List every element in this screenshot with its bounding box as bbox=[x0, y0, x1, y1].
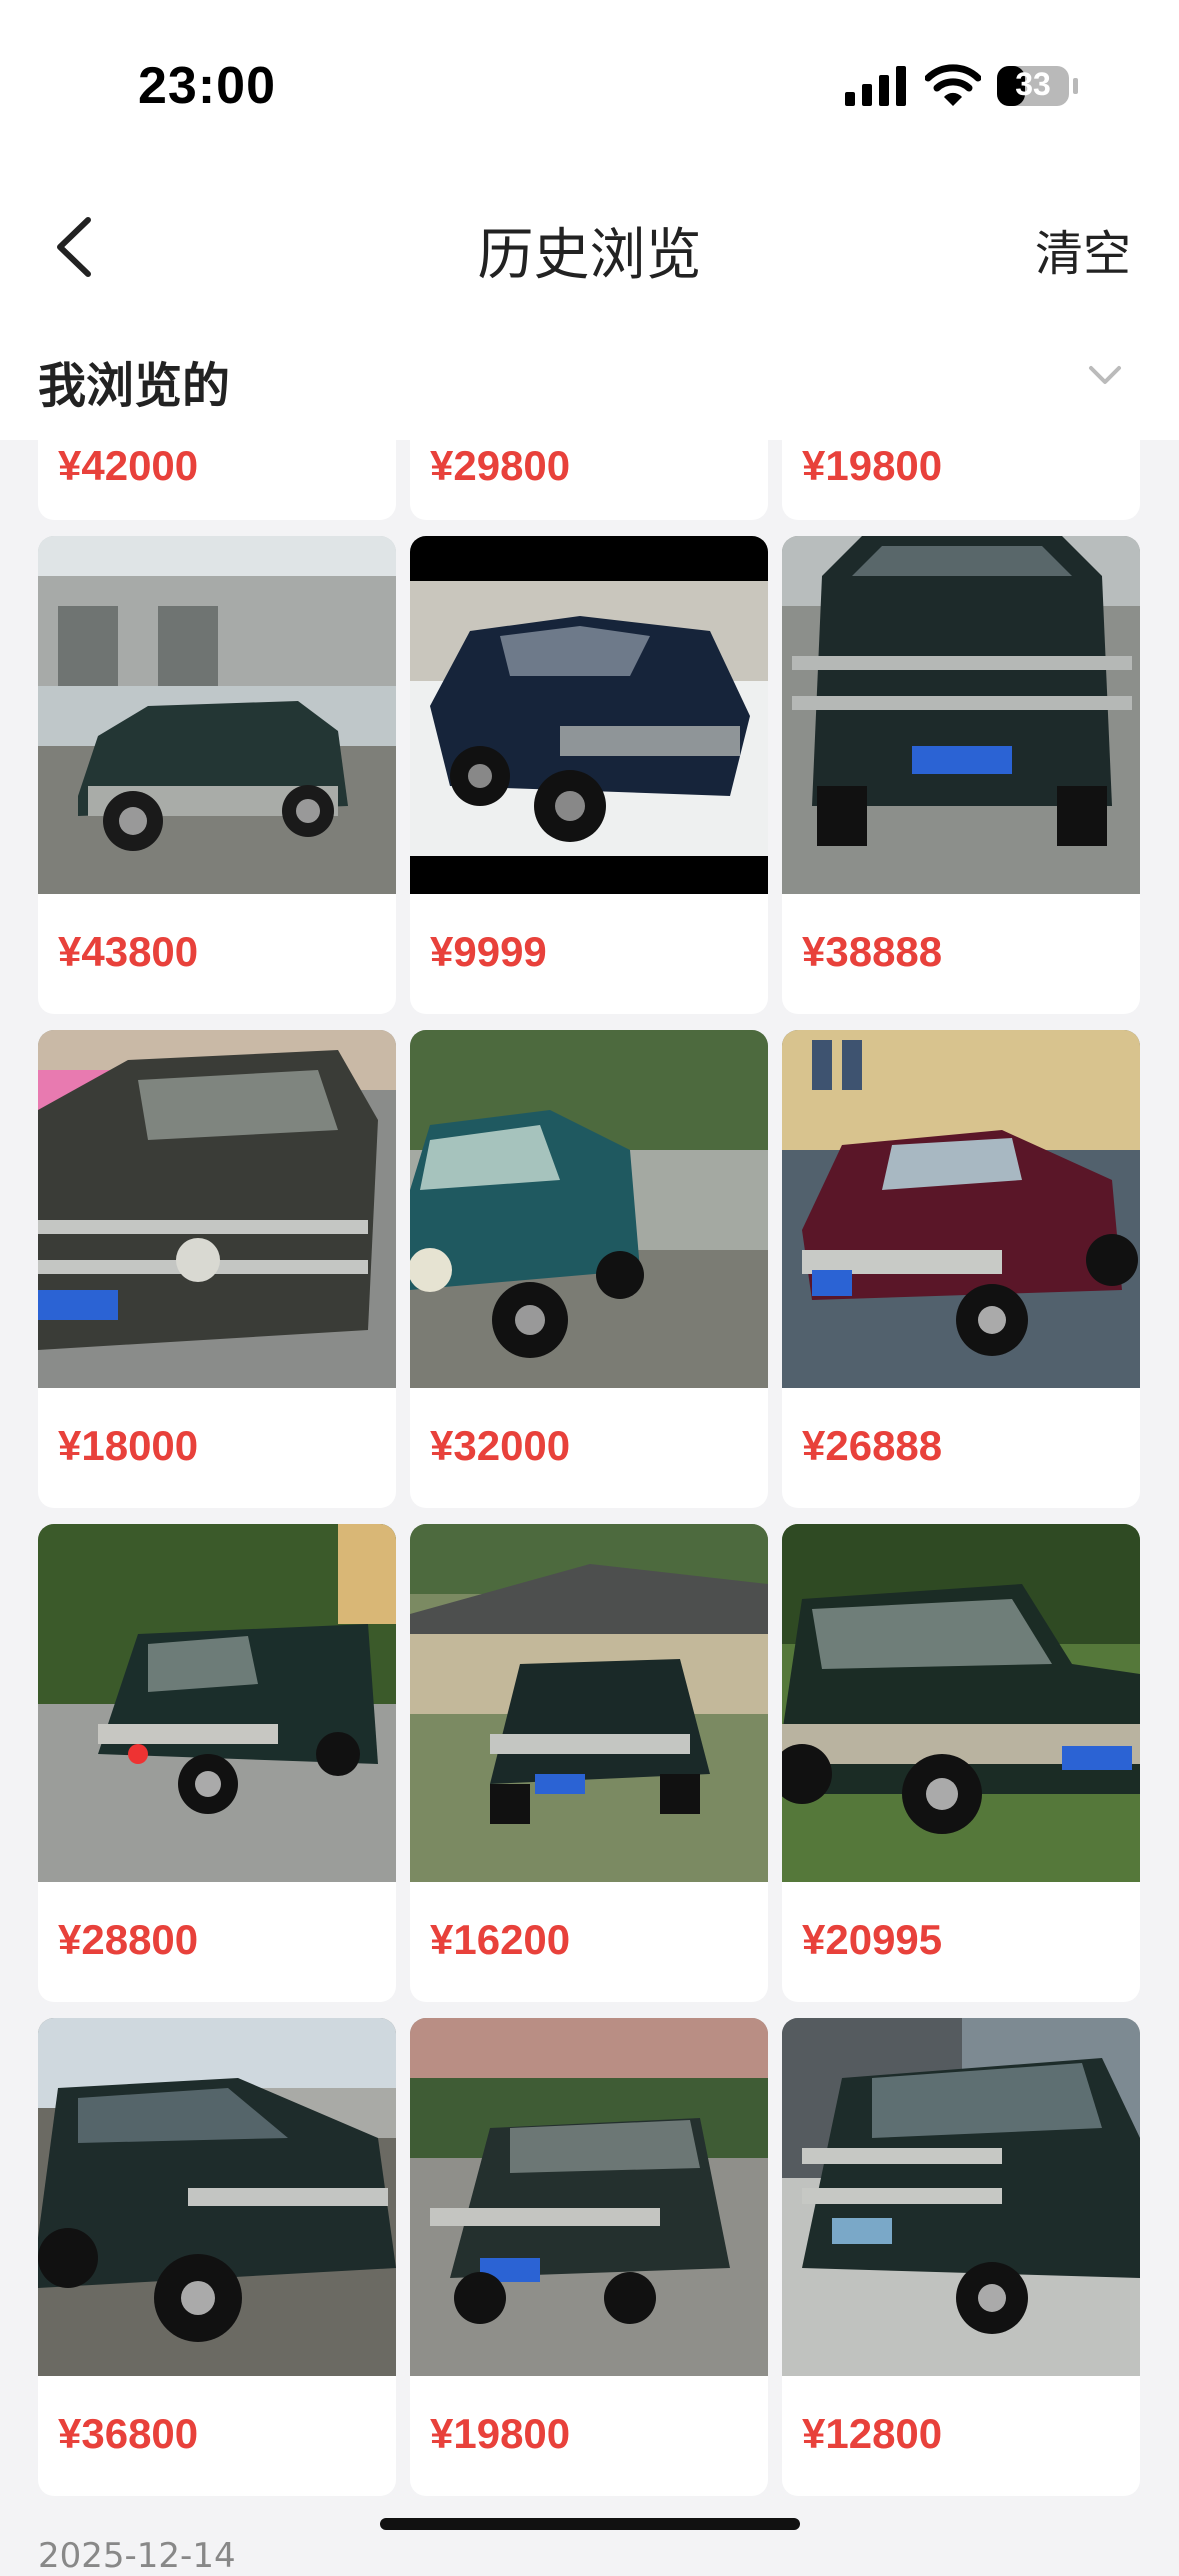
car-photo bbox=[38, 1524, 396, 1882]
date-group-label: 2025-12-14 bbox=[38, 2536, 236, 2576]
car-photo bbox=[782, 1524, 1140, 1882]
listing-price: ¥19800 bbox=[430, 2410, 571, 2457]
listing-card-partial[interactable]: ¥42000 bbox=[38, 440, 396, 520]
listing-price: ¥42000 bbox=[58, 442, 199, 489]
listing-card[interactable]: ¥19800 bbox=[410, 2018, 768, 2496]
car-photo bbox=[782, 1030, 1140, 1388]
section-header: 我浏览的 bbox=[0, 320, 1179, 440]
page-title: 历史浏览 bbox=[477, 223, 702, 288]
cellular-signal-icon bbox=[845, 66, 906, 106]
battery-level: 33 bbox=[1015, 66, 1051, 102]
car-photo bbox=[782, 536, 1140, 894]
listing-card[interactable]: ¥18000 bbox=[38, 1030, 396, 1508]
listing-price: ¥26888 bbox=[802, 1422, 943, 1469]
listing-price: ¥32000 bbox=[430, 1422, 571, 1469]
listing-card[interactable]: ¥28800 bbox=[38, 1524, 396, 2002]
history-grid: ¥42000 ¥29800 ¥19800 ¥43800 ¥9999 ¥38888… bbox=[0, 440, 1179, 2556]
listing-card[interactable]: ¥9999 bbox=[410, 536, 768, 1014]
listing-card[interactable]: ¥12800 bbox=[782, 2018, 1140, 2496]
listing-card[interactable]: ¥26888 bbox=[782, 1030, 1140, 1508]
chevron-down-icon[interactable] bbox=[1085, 360, 1125, 390]
home-indicator[interactable] bbox=[380, 2518, 800, 2530]
listing-price: ¥43800 bbox=[58, 928, 199, 975]
car-photo bbox=[38, 536, 396, 894]
car-photo bbox=[410, 2018, 768, 2376]
status-bar: 23:00 33 bbox=[0, 0, 1179, 170]
listing-price: ¥20995 bbox=[802, 1916, 943, 1963]
listing-card[interactable]: ¥36800 bbox=[38, 2018, 396, 2496]
listing-price: ¥36800 bbox=[58, 2410, 199, 2457]
nav-bar: 历史浏览 清空 bbox=[0, 170, 1179, 320]
car-photo bbox=[782, 2018, 1140, 2376]
listing-price: ¥28800 bbox=[58, 1916, 199, 1963]
wifi-icon bbox=[925, 64, 981, 106]
listing-card[interactable]: ¥16200 bbox=[410, 1524, 768, 2002]
listing-price: ¥9999 bbox=[430, 928, 547, 975]
car-photo bbox=[38, 1030, 396, 1388]
section-title: 我浏览的 bbox=[38, 358, 231, 414]
clear-button[interactable]: 清空 bbox=[1035, 214, 1131, 284]
listing-price: ¥38888 bbox=[802, 928, 943, 975]
car-photo bbox=[410, 1524, 768, 1882]
status-time: 23:00 bbox=[138, 57, 276, 115]
listing-price: ¥18000 bbox=[58, 1422, 199, 1469]
listing-price: ¥19800 bbox=[802, 442, 943, 489]
listing-card[interactable]: ¥43800 bbox=[38, 536, 396, 1014]
car-photo bbox=[410, 536, 768, 894]
listing-card-partial[interactable]: ¥19800 bbox=[782, 440, 1140, 520]
listing-card-partial[interactable]: ¥29800 bbox=[410, 440, 768, 520]
car-photo bbox=[410, 1030, 768, 1388]
car-photo bbox=[38, 2018, 396, 2376]
listing-card[interactable]: ¥20995 bbox=[782, 1524, 1140, 2002]
listing-price: ¥16200 bbox=[430, 1916, 571, 1963]
listing-price: ¥29800 bbox=[430, 442, 571, 489]
listing-card[interactable]: ¥38888 bbox=[782, 536, 1140, 1014]
battery-icon: 33 bbox=[996, 64, 1080, 108]
listing-card[interactable]: ¥32000 bbox=[410, 1030, 768, 1508]
listing-price: ¥12800 bbox=[802, 2410, 943, 2457]
